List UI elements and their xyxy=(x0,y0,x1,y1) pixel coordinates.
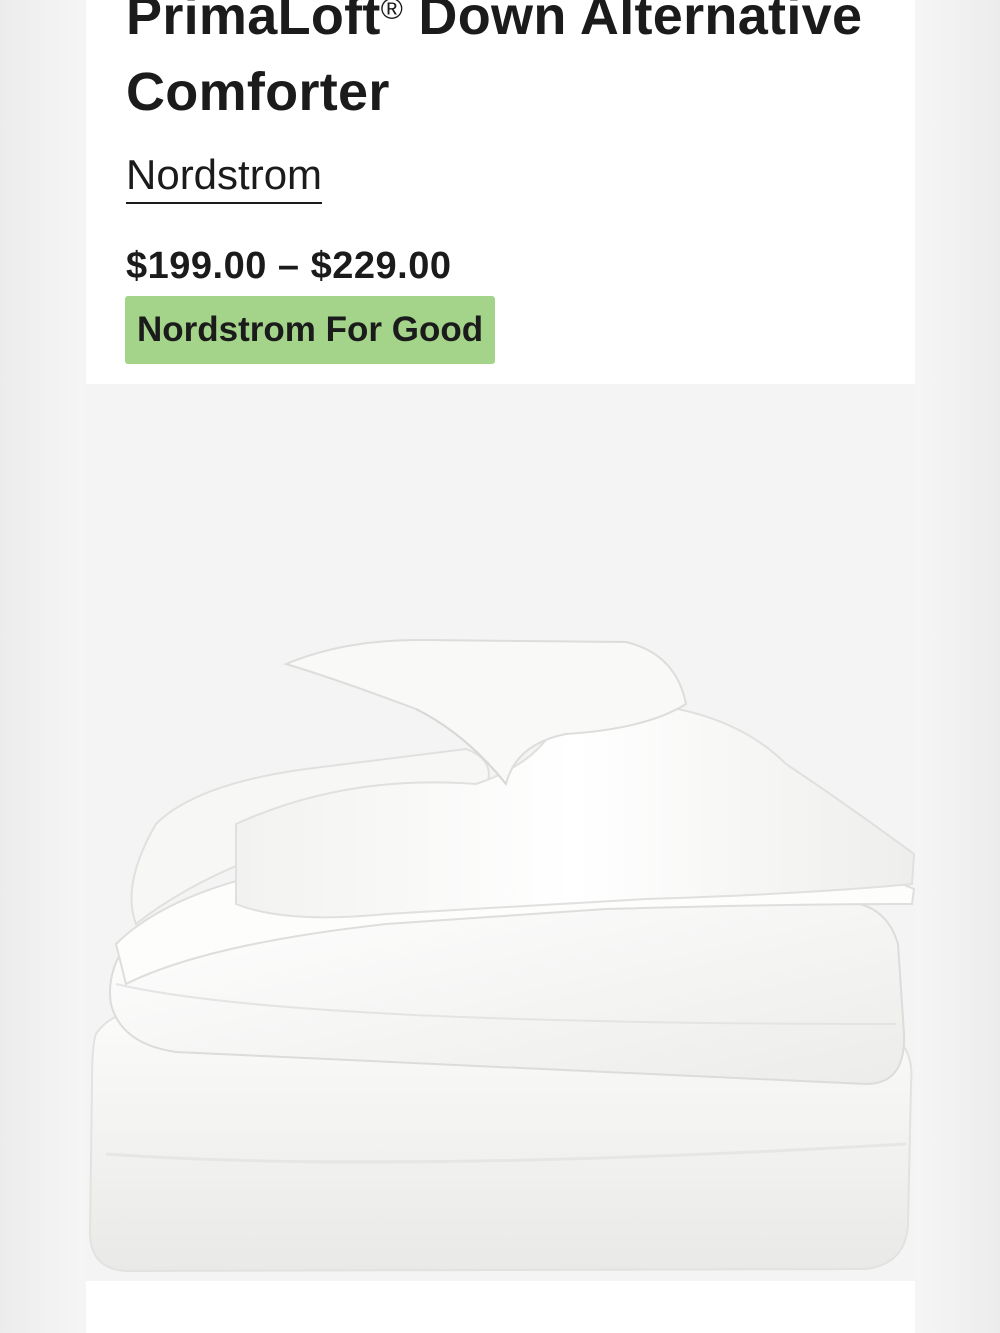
below-image-strip xyxy=(86,1281,915,1333)
brand-link[interactable]: Nordstrom xyxy=(126,150,323,204)
nordstrom-for-good-badge[interactable]: Nordstrom For Good xyxy=(125,296,496,364)
product-image[interactable] xyxy=(86,384,915,1281)
product-title: PrimaLoft® Down Alternative Comforter xyxy=(126,0,906,130)
price-range: $199.00 – $229.00 xyxy=(126,245,452,287)
registered-mark: ® xyxy=(380,0,404,26)
product-card: PrimaLoft® Down Alternative Comforter No… xyxy=(86,0,915,1333)
title-main: PrimaLoft xyxy=(126,0,381,46)
badge-label: Nordstrom For Good xyxy=(137,310,484,349)
comforter-illustration xyxy=(88,638,915,1273)
